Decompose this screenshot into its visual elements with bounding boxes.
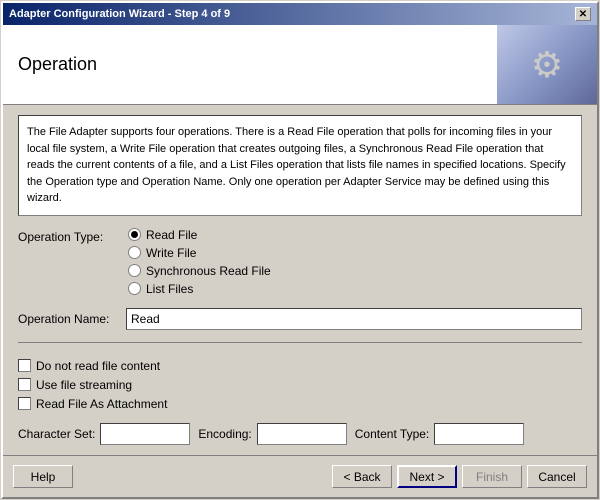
divider-1 [18,342,582,343]
main-area: The File Adapter supports four operation… [3,105,597,455]
encoding-label: Encoding: [198,427,251,441]
checkbox-attachment[interactable]: Read File As Attachment [18,397,582,411]
checkbox-no-read-box[interactable] [18,359,31,372]
description-text: The File Adapter supports four operation… [18,115,582,216]
operation-name-input[interactable] [126,308,582,330]
wizard-header: Operation ⚙ [3,25,597,105]
finish-button[interactable]: Finish [462,465,522,488]
checkboxes-area: Do not read file content Use file stream… [18,359,582,411]
checkbox-file-stream-box[interactable] [18,378,31,391]
checkbox-file-stream[interactable]: Use file streaming [18,378,582,392]
operation-name-row: Operation Name: [18,308,582,330]
checkbox-attachment-box[interactable] [18,397,31,410]
checkbox-no-read[interactable]: Do not read file content [18,359,582,373]
wizard-footer: Help < Back Next > Finish Cancel [3,455,597,497]
radio-sync-read-file[interactable] [128,264,141,277]
wizard-window: Adapter Configuration Wizard - Step 4 of… [1,1,599,499]
title-bar: Adapter Configuration Wizard - Step 4 of… [3,3,597,25]
radio-sync-read-label: Synchronous Read File [146,264,271,278]
header-text: Operation [3,25,497,104]
checkbox-no-read-label: Do not read file content [36,359,160,373]
radio-read-file-label: Read File [146,228,197,242]
operation-type-radio-group: Read File Write File Synchronous Read Fi… [128,228,271,296]
radio-item-list-files[interactable]: List Files [128,282,271,296]
encoding-input[interactable] [257,423,347,445]
radio-write-file[interactable] [128,246,141,259]
encoding-row: Character Set: Encoding: Content Type: [18,423,582,445]
page-title: Operation [18,54,97,75]
radio-write-file-label: Write File [146,246,196,260]
gear-icon: ⚙ [531,44,563,86]
window-title: Adapter Configuration Wizard - Step 4 of… [9,8,230,20]
radio-item-write-file[interactable]: Write File [128,246,271,260]
content-type-field: Content Type: [355,423,525,445]
footer-left: Help [13,465,73,488]
cancel-button[interactable]: Cancel [527,465,587,488]
radio-item-read-file[interactable]: Read File [128,228,271,242]
charset-field: Character Set: [18,423,190,445]
close-button[interactable]: ✕ [575,7,591,21]
radio-list-files-label: List Files [146,282,193,296]
checkbox-attachment-label: Read File As Attachment [36,397,167,411]
operation-name-label: Operation Name: [18,312,118,326]
operation-type-row: Operation Type: Read File Write File Syn… [18,228,582,296]
radio-list-files[interactable] [128,282,141,295]
checkbox-file-stream-label: Use file streaming [36,378,132,392]
content-type-input[interactable] [434,423,524,445]
wizard-content: Operation ⚙ The File Adapter supports fo… [3,25,597,497]
content-type-label: Content Type: [355,427,430,441]
charset-input[interactable] [100,423,190,445]
footer-right: < Back Next > Finish Cancel [332,465,587,488]
radio-read-file[interactable] [128,228,141,241]
encoding-field: Encoding: [198,423,346,445]
back-button[interactable]: < Back [332,465,392,488]
help-button[interactable]: Help [13,465,73,488]
next-button[interactable]: Next > [397,465,457,488]
operation-type-label: Operation Type: [18,228,118,244]
header-icon-area: ⚙ [497,25,597,104]
charset-label: Character Set: [18,427,95,441]
radio-item-sync-read[interactable]: Synchronous Read File [128,264,271,278]
